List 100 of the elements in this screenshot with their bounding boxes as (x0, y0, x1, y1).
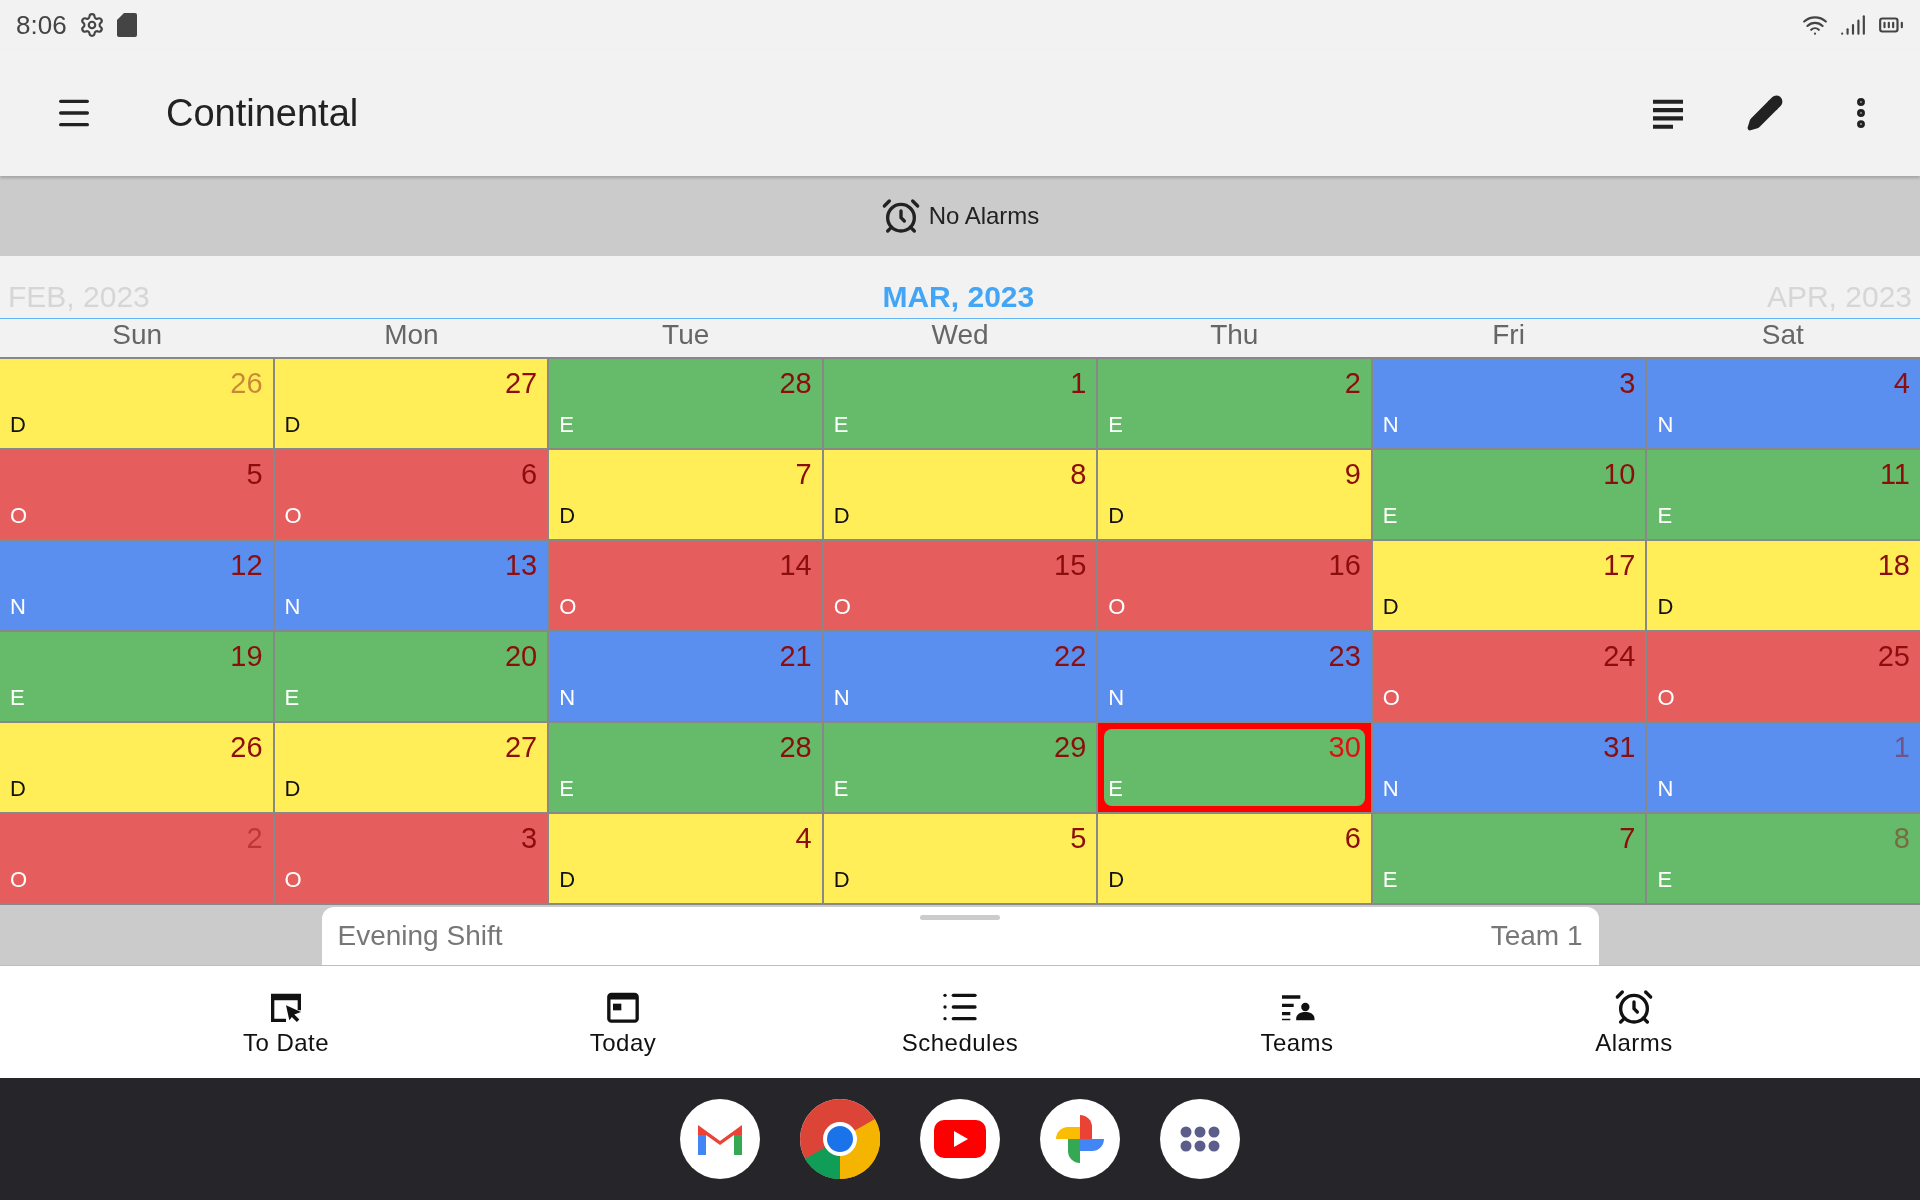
day-number: 4 (795, 822, 812, 855)
shift-code: E (284, 685, 301, 711)
day-number: 16 (1328, 549, 1361, 582)
shift-code: E (1108, 776, 1124, 802)
shift-code: O (284, 867, 303, 893)
shift-name: Evening Shift (337, 920, 503, 952)
shift-code: N (1382, 412, 1400, 438)
day-number: 24 (1603, 640, 1636, 673)
shift-code: D (284, 776, 302, 802)
shift-code: D (559, 503, 577, 529)
alarm-status: No Alarms (928, 202, 1040, 230)
current-month: MAR, 2023 (882, 280, 1035, 314)
day-number: 27 (504, 367, 538, 400)
day-number: 13 (504, 549, 538, 582)
day-number: 10 (1603, 458, 1636, 491)
app-title: Continental (166, 91, 360, 135)
weekday-label: Wed (930, 319, 990, 352)
pinwheel-icon (1054, 1113, 1106, 1165)
day-number: 30 (1328, 731, 1361, 764)
shift-code: D (10, 776, 27, 802)
day-number: 12 (230, 549, 263, 582)
alarm-clock-icon (880, 196, 921, 236)
shift-code: D (1108, 867, 1126, 893)
day-number: 6 (521, 458, 538, 491)
shift-code: N (1382, 776, 1400, 802)
nav-tab[interactable]: To Date (117, 966, 455, 1078)
shift-code: O (1657, 685, 1676, 711)
shift-code: E (559, 776, 575, 802)
day-number: 18 (1877, 549, 1910, 582)
day-number: 8 (1070, 458, 1087, 491)
pencil-icon[interactable] (1746, 94, 1784, 132)
day-number: 26 (230, 731, 263, 764)
dock-app[interactable] (800, 1099, 880, 1179)
day-number: 20 (504, 640, 538, 673)
day-number: 1 (1070, 367, 1087, 400)
shift-code: O (284, 503, 303, 529)
shift-code: D (833, 503, 851, 529)
shift-code: D (833, 867, 851, 893)
day-number: 3 (521, 822, 538, 855)
shift-code: N (284, 594, 302, 620)
shift-code: N (1108, 685, 1126, 711)
day-number: 28 (779, 731, 812, 764)
day-number: 7 (795, 458, 812, 491)
team-name: Team 1 (1490, 920, 1583, 952)
shift-code: O (10, 867, 29, 893)
shift-code: N (833, 685, 851, 711)
day-number: 25 (1877, 640, 1910, 673)
day-number: 23 (1328, 640, 1361, 673)
shift-code: D (559, 867, 577, 893)
drag-handle[interactable] (920, 915, 1000, 920)
weekday-label: Thu (1209, 319, 1260, 352)
nav-tab[interactable]: Teams (1128, 966, 1466, 1078)
shift-code: E (833, 776, 850, 802)
day-number: 22 (1054, 640, 1087, 673)
shift-code: O (559, 594, 578, 620)
day-number: 3 (1619, 367, 1636, 400)
day-number: 1 (1893, 731, 1910, 764)
circle-logo-icon (800, 1099, 880, 1179)
shift-code: E (1382, 503, 1399, 529)
day-number: 28 (779, 367, 812, 400)
app-grid-icon (1180, 1126, 1220, 1152)
day-number: 5 (1070, 822, 1087, 855)
shift-code: E (10, 685, 26, 711)
day-number: 9 (1344, 458, 1361, 491)
nav-tab[interactable]: Alarms (1465, 966, 1803, 1078)
shift-code: E (1382, 867, 1399, 893)
shift-code: N (1657, 412, 1675, 438)
day-number: 8 (1893, 822, 1910, 855)
shift-code: E (1108, 412, 1124, 438)
day-number: 21 (779, 640, 812, 673)
alarm-clock-icon (1614, 987, 1654, 1027)
day-number: 17 (1603, 549, 1636, 582)
day-number: 4 (1893, 367, 1910, 400)
shift-code: E (1657, 867, 1674, 893)
day-number: 7 (1619, 822, 1636, 855)
shift-code: N (10, 594, 27, 620)
weekday-label: Sat (1760, 319, 1805, 352)
day-number: 19 (230, 640, 263, 673)
day-cell[interactable]: 30 E (1098, 723, 1371, 812)
shift-code: D (284, 412, 302, 438)
day-number: 31 (1603, 731, 1636, 764)
day-number: 27 (504, 731, 538, 764)
day-number: 15 (1054, 549, 1087, 582)
weekday-label: Sun (111, 319, 164, 352)
shift-code: O (833, 594, 852, 620)
day-number: 29 (1054, 731, 1087, 764)
shift-code: E (833, 412, 850, 438)
shift-code: N (559, 685, 577, 711)
day-number: 6 (1344, 822, 1361, 855)
shift-code: O (1382, 685, 1401, 711)
shift-code: N (1657, 776, 1675, 802)
shift-code: O (1108, 594, 1127, 620)
nav-tab[interactable]: Today (454, 966, 792, 1078)
bottom-sheet[interactable]: Evening Shift Team 1 (321, 907, 1599, 965)
nav-tab[interactable]: Schedules (791, 966, 1129, 1078)
shift-code: E (559, 412, 575, 438)
status-time: 8:06 (16, 9, 67, 41)
day-number: 14 (779, 549, 812, 582)
gear-icon (78, 12, 105, 38)
weekday-label: Mon (383, 319, 440, 352)
